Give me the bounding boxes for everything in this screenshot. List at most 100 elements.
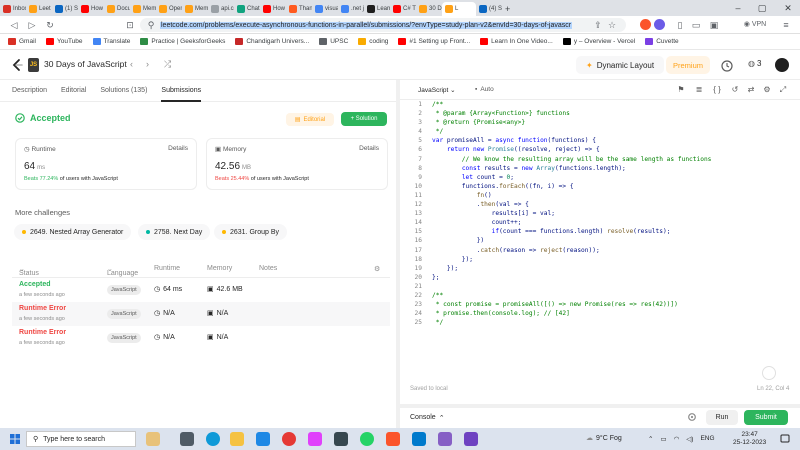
table-row[interactable]: Runtime Error a few seconds ago JavaScript… [12, 302, 390, 326]
code-line[interactable]: 2 * @param {Array<Function>} functions [400, 109, 800, 118]
code-line[interactable]: 22 /** [400, 291, 800, 300]
leetcode-logo-icon[interactable] [10, 58, 24, 72]
bookmark-item[interactable]: y – Overview - Vercel [562, 38, 635, 45]
add-solution-button[interactable]: + Solution [341, 112, 387, 126]
timer-icon[interactable] [720, 58, 734, 72]
console-settings-icon[interactable] [687, 412, 697, 422]
language-select[interactable]: JavaScript ⌄ [418, 86, 456, 94]
browser-tab[interactable]: Docu [104, 2, 130, 16]
code-line[interactable]: 10 functions.forEach((fn, i) => { [400, 182, 800, 191]
url-bar[interactable]: leetcode.com/problems/execute-asynchrono… [140, 18, 626, 32]
code-line[interactable]: 15 if(count === functions.length) resolv… [400, 227, 800, 236]
mail-icon[interactable] [256, 432, 270, 446]
visual-studio-alt-icon[interactable] [464, 432, 478, 446]
browser-tab[interactable]: Open [156, 2, 182, 16]
autosave-mode[interactable]: ▪ Auto [475, 86, 494, 93]
browser-tab[interactable]: (4) S [476, 2, 502, 16]
table-row[interactable]: Runtime Error a few seconds ago JavaScript… [12, 326, 390, 350]
code-line[interactable]: 12 .then(val => { [400, 200, 800, 209]
row-status[interactable]: Accepted [19, 281, 51, 288]
sidebar-icon[interactable]: ▯ [674, 19, 686, 31]
tab-solutions[interactable]: Solutions (135) [100, 80, 147, 102]
code-line[interactable]: 3 * @return {Promise<any>} [400, 118, 800, 127]
row-status[interactable]: Runtime Error [19, 305, 66, 312]
share-icon[interactable]: ⇪ [592, 19, 604, 31]
paint-icon[interactable] [308, 432, 322, 446]
premium-button[interactable]: Premium [666, 56, 710, 74]
bookmark-item[interactable]: Practice | GeeksforGeeks [140, 38, 225, 45]
wallet-icon[interactable]: ▭ [690, 19, 702, 31]
code-line[interactable]: 6 return new Promise((resolve, reject) =… [400, 145, 800, 154]
submit-button[interactable]: Submit [744, 410, 788, 425]
notification-icon[interactable] [780, 434, 790, 444]
chat-fab-icon[interactable] [762, 366, 776, 380]
brave-icon[interactable] [386, 432, 400, 446]
bookmark-icon[interactable]: ⚑ [676, 85, 686, 95]
code-line[interactable]: 1 /** [400, 100, 800, 109]
browser-tab[interactable]: Chat [234, 2, 260, 16]
code-area[interactable]: 1/** 2 * @param {Array<Function>} functio… [400, 100, 800, 390]
forward-icon[interactable]: ▷ [26, 19, 38, 31]
bookmark-item[interactable]: Cuvette [645, 38, 679, 45]
minimize-icon[interactable]: – [726, 0, 750, 16]
memory-details-link[interactable]: Details [359, 145, 379, 153]
language-indicator[interactable]: ENG [700, 435, 714, 443]
bookmark-item[interactable]: coding [358, 38, 388, 45]
holiday-app-icon[interactable] [146, 432, 160, 446]
browser-tab[interactable]: Mem [130, 2, 156, 16]
prev-problem-icon[interactable]: ‹ [130, 59, 133, 69]
code-line[interactable]: 7 // We know the resulting array will be… [400, 155, 800, 164]
extension-icon[interactable] [654, 19, 665, 30]
code-line[interactable]: 24 * promise.then(console.log); // [42] [400, 309, 800, 318]
format-icon[interactable]: { } [712, 85, 722, 95]
browser-tab[interactable]: api.co [208, 2, 234, 16]
tab-submissions[interactable]: Submissions [161, 80, 202, 102]
fullscreen-icon[interactable]: ⤢ [778, 85, 788, 95]
bookmark-item[interactable]: YouTube [45, 38, 83, 45]
code-line[interactable]: 18 }); [400, 255, 800, 264]
code-line[interactable]: 14 count++; [400, 218, 800, 227]
tab-editorial[interactable]: Editorial [61, 80, 86, 102]
windows-start-icon[interactable] [10, 434, 20, 444]
visual-studio-icon[interactable] [438, 432, 452, 446]
memory-card[interactable]: ▣ Memory Details 42.56 MB Beats 25.44% of… [206, 138, 388, 190]
close-icon[interactable]: ✕ [776, 0, 800, 16]
status-column-header[interactable]: Status ⌄ [19, 265, 39, 277]
network-icon[interactable]: ▭ [660, 435, 666, 443]
bookmark-item[interactable]: Translate [92, 38, 130, 45]
browser-tab[interactable]: Leet [26, 2, 52, 16]
code-line[interactable]: 11 fn() [400, 191, 800, 200]
bookmark-item[interactable]: Chandigarh Univers... [235, 38, 309, 45]
file-explorer-icon[interactable] [230, 432, 244, 446]
editorial-button[interactable]: ▤ Editorial [286, 113, 334, 126]
settings-icon[interactable]: ⚙ [762, 85, 772, 95]
code-line[interactable]: 5 var promiseAll = async function(functio… [400, 136, 800, 145]
task-view-icon[interactable] [180, 432, 194, 446]
code-line[interactable]: 19 }); [400, 264, 800, 273]
new-tab-button[interactable]: + [502, 2, 528, 16]
browser-tab[interactable]: 30 D [416, 2, 442, 16]
menu-icon[interactable]: ≡ [780, 19, 792, 31]
whatsapp-icon[interactable] [360, 432, 374, 446]
browser-tab[interactable]: C# T [390, 2, 416, 16]
bookmark-item[interactable]: UPSC [319, 38, 348, 45]
next-problem-icon[interactable]: › [146, 59, 149, 69]
streak-counter[interactable]: ◍ 3 [748, 59, 761, 68]
browser-tab[interactable]: How [78, 2, 104, 16]
bookmark-page-icon[interactable]: ⊡ [124, 19, 136, 31]
star-icon[interactable]: ☆ [606, 19, 618, 31]
chevron-up-icon[interactable]: ⌃ [648, 435, 653, 443]
wifi-icon[interactable]: ◠ [674, 435, 680, 443]
edge-icon[interactable] [206, 432, 220, 446]
table-settings-icon[interactable]: ⚙ [374, 265, 380, 273]
avatar[interactable] [775, 58, 789, 72]
bookmark-item[interactable]: #1 Setting up Front... [398, 38, 470, 45]
vscode-icon[interactable] [412, 432, 426, 446]
browser-tab[interactable]: Than [286, 2, 312, 16]
challenge-chip[interactable]: 2631. Group By [214, 224, 288, 240]
run-button[interactable]: Run [706, 410, 738, 425]
notes-icon[interactable]: ≣ [694, 85, 704, 95]
media-icon[interactable]: ▣ [708, 19, 720, 31]
volume-icon[interactable]: ◁) [686, 435, 693, 443]
shortcut-icon[interactable]: ⇄ [746, 85, 756, 95]
